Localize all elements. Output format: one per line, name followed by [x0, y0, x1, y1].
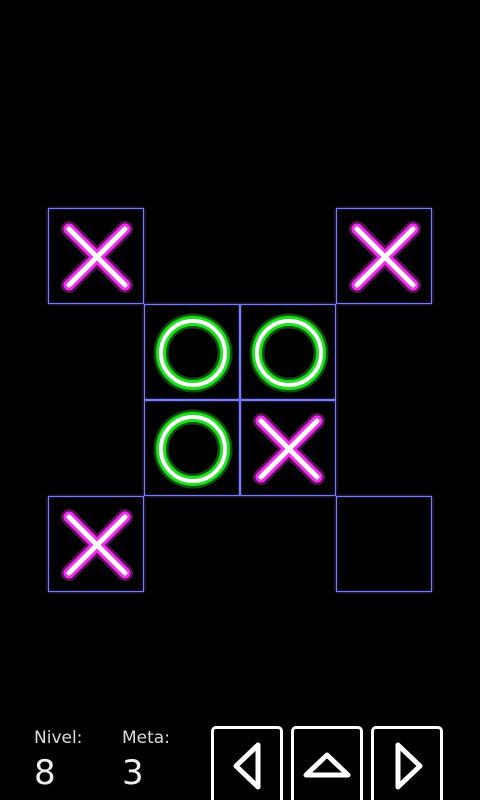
prev-level-button[interactable] — [211, 726, 283, 800]
level-label: Nivel: — [34, 728, 83, 748]
board-cell[interactable] — [48, 496, 144, 592]
o-mark-icon — [153, 313, 233, 393]
board-cell[interactable] — [240, 304, 336, 400]
triangle-right-icon — [395, 742, 423, 790]
undo-button[interactable] — [291, 726, 363, 800]
board-cell[interactable] — [48, 208, 144, 304]
board-cell[interactable] — [336, 496, 432, 592]
o-mark-icon — [153, 409, 233, 489]
board-cell[interactable] — [240, 400, 336, 496]
x-mark-icon — [253, 413, 325, 485]
triangle-left-icon — [233, 742, 261, 790]
board-cell[interactable] — [144, 304, 240, 400]
x-mark-icon — [349, 221, 421, 293]
board-cell[interactable] — [336, 208, 432, 304]
o-mark-icon — [249, 313, 329, 393]
board-cell[interactable] — [144, 400, 240, 496]
goal-value: 3 — [122, 753, 144, 793]
game-board — [0, 0, 480, 800]
x-mark-icon — [61, 221, 133, 293]
level-value: 8 — [34, 753, 56, 793]
next-level-button[interactable] — [371, 726, 443, 800]
triangle-up-icon — [303, 752, 351, 778]
x-mark-icon — [61, 509, 133, 581]
goal-label: Meta: — [122, 728, 170, 748]
